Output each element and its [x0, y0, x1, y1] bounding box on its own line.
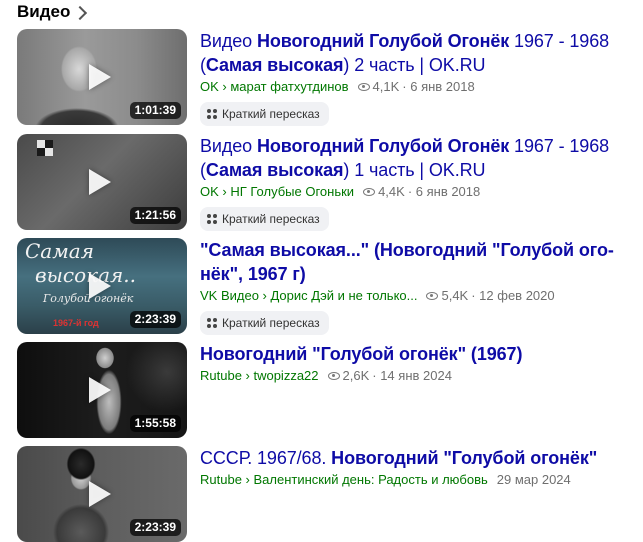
video-source-link[interactable]: Rutube › Валентинский день: Радость и лю… — [200, 471, 488, 489]
title-highlight: (1967) — [466, 344, 523, 364]
publish-date: · 6 янв 2018 — [402, 79, 475, 94]
video-thumbnail[interactable]: 1:01:39 — [17, 29, 187, 125]
video-source-link[interactable]: OK › марат фатхутдинов — [200, 78, 349, 96]
title-highlight: Новогодний Голубой Огонёк — [257, 136, 510, 156]
view-count: 2,6K — [342, 368, 370, 383]
video-duration: 1:01:39 — [129, 102, 181, 119]
summary-button[interactable]: Краткий пересказ — [200, 311, 329, 335]
section-title: Видео — [17, 2, 71, 21]
title-highlight: Новогодний Голубой Огонёк — [257, 31, 510, 51]
summary-label: Краткий пересказ — [222, 316, 320, 330]
video-title-link[interactable]: СССР. 1967/68. Новогодний "Голубой огонё… — [200, 446, 630, 470]
summary-button[interactable]: Краткий пересказ — [200, 207, 329, 231]
video-source-link[interactable]: Rutube › twopizza22 — [200, 367, 319, 385]
video-title-link[interactable]: "Самая высокая..." (Новогодний "Голубой … — [200, 238, 630, 286]
summary-label: Краткий пересказ — [222, 212, 320, 226]
video-title-link[interactable]: Видео Новогодний Голубой Огонёк 1967 - 1… — [200, 134, 630, 182]
summary-icon — [207, 214, 217, 224]
video-source-link[interactable]: VK Видео › Дорис Дэй и не только... — [200, 287, 417, 305]
publish-date: · 14 янв 2024 — [372, 368, 452, 383]
title-text: ) 1 часть | OK.RU — [343, 160, 486, 180]
video-title-link[interactable]: Видео Новогодний Голубой Огонёк 1967 - 1… — [200, 29, 630, 77]
title-text: СССР. 1967/68. — [200, 448, 332, 468]
video-thumbnail[interactable]: 1:21:56 — [17, 134, 187, 230]
title-highlight: Самая высокая — [205, 55, 344, 75]
publish-date: · 12 фев 2020 — [471, 288, 555, 303]
play-icon — [89, 169, 111, 195]
title-highlight: Новогодний "Голубой огонёк" — [331, 448, 598, 468]
publish-date: 29 мар 2024 — [496, 472, 571, 487]
video-title-link[interactable]: Новогодний "Голубой огонёк" (1967) — [200, 342, 630, 366]
publish-date: · 6 янв 2018 — [407, 184, 481, 199]
eye-icon — [363, 188, 376, 196]
chevron-right-icon — [73, 5, 88, 20]
summary-label: Краткий пересказ — [222, 107, 320, 121]
thumbnail-caption: высокая.. — [35, 263, 136, 287]
summary-button[interactable]: Краткий пересказ — [200, 102, 329, 126]
video-thumbnail[interactable]: 2:23:39 — [17, 446, 187, 542]
title-highlight: , 1967 г) — [238, 264, 306, 284]
eye-icon — [426, 292, 439, 300]
play-icon — [89, 64, 111, 90]
eye-icon — [357, 83, 370, 91]
summary-icon — [207, 318, 217, 328]
thumbnail-caption: Самая — [25, 239, 94, 263]
video-thumbnail[interactable]: 1:55:58 — [17, 342, 187, 438]
title-text: ) 2 часть | OK.RU — [343, 55, 486, 75]
view-count: 4,1K — [372, 79, 400, 94]
title-highlight: Самая высокая — [205, 160, 344, 180]
title-highlight: Новогодний "Голубой огонёк" — [200, 344, 467, 364]
title-text: Видео — [200, 136, 257, 156]
view-count: 4,4K — [378, 184, 405, 199]
video-duration: 2:23:39 — [129, 519, 181, 536]
video-thumbnail[interactable]: Самая высокая.. Голубой огонёк 1967-й го… — [17, 238, 187, 334]
title-text: Видео — [200, 31, 257, 51]
eye-icon — [327, 372, 340, 380]
video-duration: 1:55:58 — [129, 415, 181, 432]
play-icon — [89, 481, 111, 507]
view-count: 5,4K — [441, 288, 469, 303]
video-duration: 1:21:56 — [129, 207, 181, 224]
summary-icon — [207, 109, 217, 119]
play-icon — [89, 273, 111, 299]
play-icon — [89, 377, 111, 403]
thumbnail-caption: 1967-й год — [53, 318, 99, 328]
video-duration: 2:23:39 — [129, 311, 181, 328]
section-heading[interactable]: Видео — [17, 1, 88, 23]
video-source-link[interactable]: OK › НГ Голубые Огоньки — [200, 183, 354, 201]
